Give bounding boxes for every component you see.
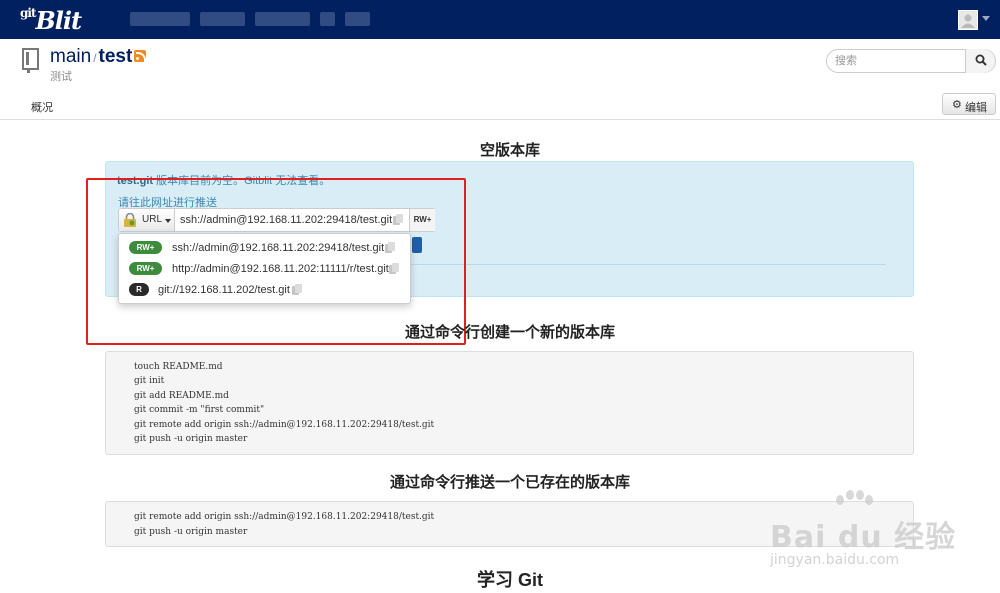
gear-icon: ⚙: [952, 99, 962, 111]
user-icon: [961, 14, 975, 28]
command-line: git push -u origin master: [134, 527, 248, 537]
command-line: git remote add origin ssh://admin@192.16…: [134, 420, 435, 430]
repository-icon: [22, 48, 39, 73]
search-icon: [975, 54, 987, 66]
baidu-jingyan-watermark: Bai du 经验 jingyan.baidu.com: [770, 490, 980, 580]
push-existing-repository-heading: 通过命令行推送一个已存在的版本库: [389, 474, 630, 491]
user-avatar[interactable]: [958, 10, 978, 30]
edit-button[interactable]: ⚙ 编辑: [942, 93, 996, 115]
command-line: git commit -m "first commit": [134, 405, 265, 415]
create-new-repository-heading: 通过命令行创建一个新的版本库: [404, 324, 615, 341]
create-new-repository-commands: touch README.md git init git add README.…: [105, 351, 914, 455]
path-separator: /: [93, 51, 97, 65]
blurred-nav-item: [345, 12, 370, 26]
blurred-nav-item: [130, 12, 190, 26]
command-line: git add README.md: [134, 391, 229, 401]
logo-prefix: git: [20, 6, 36, 20]
search-button[interactable]: [965, 49, 995, 73]
sub-navigation: 概况 ⚙ 编辑: [0, 90, 1000, 120]
logo-main: Blit: [35, 6, 83, 35]
annotation-highlight-box: [86, 178, 466, 345]
command-line: git push -u origin master: [134, 434, 248, 444]
watermark-url: jingyan.baidu.com: [770, 552, 900, 568]
tab-overview[interactable]: 概况: [31, 99, 53, 115]
top-navbar: gitBlit: [0, 0, 1000, 39]
blurred-nav-item: [255, 12, 310, 26]
rss-icon[interactable]: [134, 50, 146, 62]
alert-divider: [406, 264, 886, 265]
chevron-down-icon[interactable]: [982, 16, 990, 21]
repository-name[interactable]: test: [99, 46, 133, 67]
watermark-brand: Bai du 经验: [770, 520, 957, 555]
edit-button-label: 编辑: [965, 102, 987, 114]
command-line: touch README.md: [134, 362, 223, 372]
search-input[interactable]: [835, 53, 955, 69]
blurred-nav-item: [200, 12, 245, 26]
repository-description: 测试: [50, 71, 72, 83]
project-name[interactable]: main: [50, 46, 91, 67]
repository-title: main / test: [50, 46, 132, 68]
search-box: [826, 49, 996, 73]
command-line: git remote add origin ssh://admin@192.16…: [134, 512, 435, 522]
command-line: git init: [134, 376, 165, 386]
blurred-nav-item: [320, 12, 335, 26]
empty-repository-heading: 空版本库: [479, 142, 540, 159]
gitblit-logo[interactable]: gitBlit: [20, 6, 83, 35]
